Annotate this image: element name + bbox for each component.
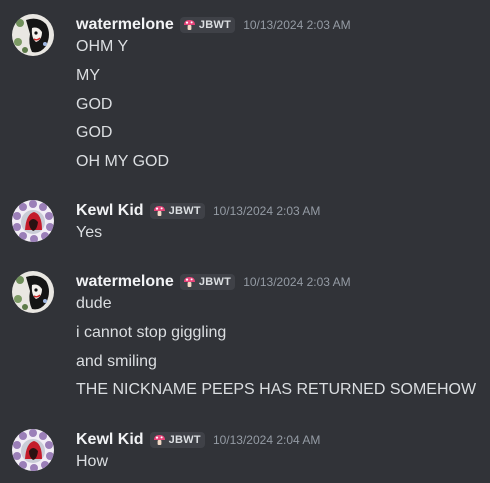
avatar-watermelone[interactable] bbox=[12, 14, 54, 56]
avatar-watermelone[interactable] bbox=[12, 271, 54, 313]
message-content: dude i cannot stop giggling and smiling … bbox=[76, 293, 476, 408]
avatar-watermelone-image bbox=[12, 14, 54, 56]
avatar-kewl-kid-image bbox=[12, 200, 54, 242]
guild-tag-label: JBWT bbox=[168, 205, 201, 217]
guild-tag-label: JBWT bbox=[198, 276, 232, 288]
guild-tag[interactable]: JBWT bbox=[149, 432, 205, 448]
message-header: watermelone JBWT 10/13/2024 2:03 AM bbox=[76, 271, 351, 293]
message-line: GOD bbox=[76, 95, 113, 113]
mushroom-icon bbox=[153, 206, 165, 216]
message-line: THE NICKNAME PEEPS HAS RETURNED SOMEHOW bbox=[76, 381, 477, 399]
guild-tag[interactable]: JBWT bbox=[149, 203, 205, 219]
message-line: i cannot stop giggling bbox=[76, 323, 227, 341]
message-content: OHM Y MY GOD GOD OH MY GOD bbox=[76, 36, 169, 180]
message-line: Yes bbox=[76, 224, 103, 241]
timestamp[interactable]: 10/13/2024 2:03 AM bbox=[213, 204, 320, 218]
message-line: GOD bbox=[76, 124, 113, 142]
message-line: MY bbox=[76, 66, 100, 84]
username[interactable]: Kewl Kid bbox=[76, 431, 144, 449]
username[interactable]: Kewl Kid bbox=[76, 202, 144, 220]
avatar-watermelone-image bbox=[12, 271, 54, 313]
timestamp[interactable]: 10/13/2024 2:03 AM bbox=[243, 18, 350, 32]
avatar-kewl-kid[interactable] bbox=[12, 429, 54, 471]
username[interactable]: watermelone bbox=[76, 273, 174, 291]
message-content: Yes bbox=[76, 222, 102, 251]
guild-tag[interactable]: JBWT bbox=[179, 17, 236, 33]
guild-tag-label: JBWT bbox=[168, 434, 201, 446]
guild-tag-label: JBWT bbox=[198, 19, 232, 31]
timestamp[interactable]: 10/13/2024 2:03 AM bbox=[243, 275, 350, 289]
message-line: OH MY GOD bbox=[76, 153, 170, 171]
chat-messages: watermelone JBWT 10/13/2024 2:03 AM OHM … bbox=[0, 0, 490, 483]
mushroom-icon bbox=[183, 277, 195, 287]
guild-tag[interactable]: JBWT bbox=[179, 274, 236, 290]
message-line: How bbox=[76, 453, 109, 470]
message-line: and smiling bbox=[76, 352, 157, 370]
message-content: How bbox=[76, 451, 108, 480]
username[interactable]: watermelone bbox=[76, 16, 174, 34]
mushroom-icon bbox=[183, 20, 195, 30]
message-header: Kewl Kid JBWT 10/13/2024 2:03 AM bbox=[76, 200, 320, 222]
mushroom-icon bbox=[153, 435, 165, 445]
timestamp[interactable]: 10/13/2024 2:04 AM bbox=[213, 433, 320, 447]
avatar-kewl-kid-image bbox=[12, 429, 54, 471]
message-line: OHM Y bbox=[76, 38, 129, 55]
message-line: dude bbox=[76, 295, 112, 312]
avatar-kewl-kid[interactable] bbox=[12, 200, 54, 242]
message-header: Kewl Kid JBWT 10/13/2024 2:04 AM bbox=[76, 429, 320, 451]
message-header: watermelone JBWT 10/13/2024 2:03 AM bbox=[76, 14, 351, 36]
